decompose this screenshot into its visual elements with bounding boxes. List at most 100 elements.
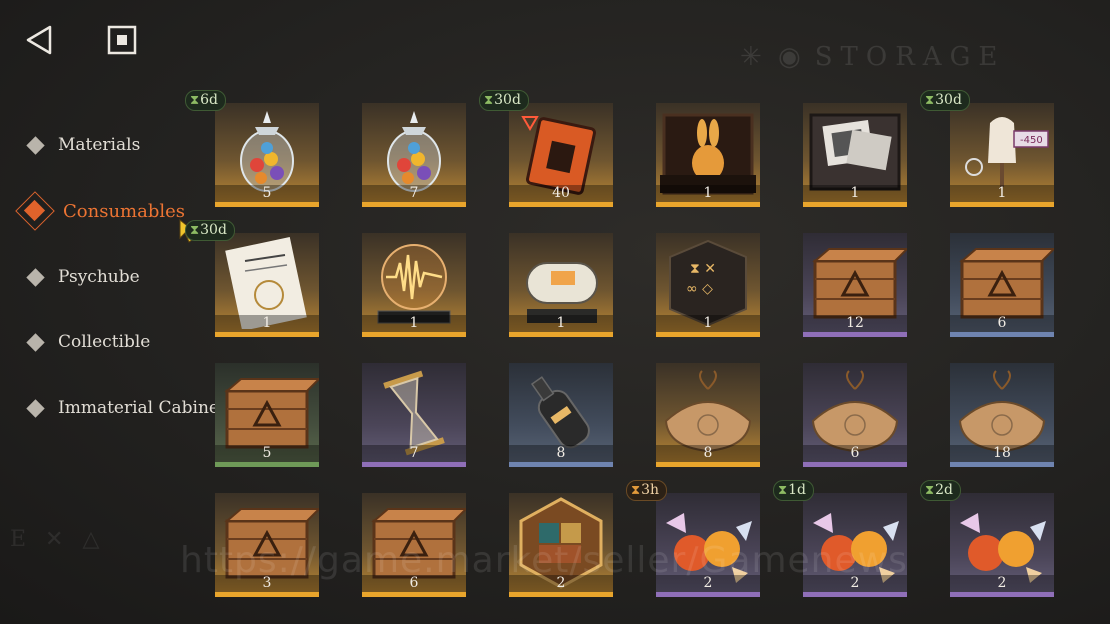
rarity-bar <box>656 462 760 467</box>
sidebar-item-materials[interactable]: Materials <box>0 125 140 165</box>
item-frame: 1 <box>362 233 466 337</box>
timer-text: 30d <box>935 92 962 108</box>
expiry-timer-badge: ⧗ 30d <box>185 220 235 241</box>
item-count: 6 <box>803 445 907 462</box>
sidebar-item-label: Consumables <box>63 200 186 222</box>
item-frame: 7 <box>362 363 466 467</box>
rarity-bar <box>803 332 907 337</box>
expiry-timer-badge: ⧗ 2d <box>920 480 962 501</box>
item-count: 2 <box>803 575 907 592</box>
sidebar-item-label: Immaterial Cabinet <box>58 398 226 418</box>
hourglass-icon: ⧗ <box>190 93 200 108</box>
item-slot[interactable]: ⧗ ✕ ∞ ◇ 1 <box>656 233 760 337</box>
item-slot[interactable]: 40 <box>509 103 613 207</box>
stop-button[interactable] <box>104 22 140 58</box>
rarity-bar <box>509 202 613 207</box>
item-slot[interactable]: 5 <box>215 103 319 207</box>
hourglass-icon: ⧗ <box>925 93 935 108</box>
hourglass-icon: ⧗ <box>484 93 494 108</box>
item-slot[interactable]: 5 <box>215 363 319 467</box>
rarity-bar <box>656 332 760 337</box>
sidebar-item-psychube[interactable]: Psychube <box>0 257 140 297</box>
rarity-bar <box>950 592 1054 597</box>
item-frame: 18 <box>950 363 1054 467</box>
rarity-bar <box>215 592 319 597</box>
timer-text: 2d <box>935 482 954 498</box>
item-frame: -450 1 <box>950 103 1054 207</box>
item-count: 7 <box>362 445 466 462</box>
item-slot[interactable]: 12 <box>803 233 907 337</box>
expiry-timer-badge: ⧗ 1d <box>773 480 815 501</box>
timer-text: 1d <box>788 482 807 498</box>
item-frame: 6 <box>950 233 1054 337</box>
rarity-bar <box>362 202 466 207</box>
timer-text: 6d <box>200 92 219 108</box>
expiry-timer-badge: ⧗ 3h <box>626 480 668 501</box>
diamond-icon <box>26 398 45 418</box>
item-slot[interactable]: 2 <box>950 493 1054 597</box>
sidebar-item-collectible[interactable]: Collectible <box>0 322 150 362</box>
item-frame: 7 <box>362 103 466 207</box>
item-frame: 1 <box>509 233 613 337</box>
item-slot[interactable]: 1 <box>509 233 613 337</box>
item-count: 7 <box>362 185 466 202</box>
item-frame: 2 <box>950 493 1054 597</box>
diamond-icon <box>26 332 45 352</box>
item-frame: 1 <box>215 233 319 337</box>
item-slot[interactable]: 8 <box>656 363 760 467</box>
item-slot[interactable]: 3 <box>215 493 319 597</box>
item-slot[interactable]: 2 <box>509 493 613 597</box>
item-count: 6 <box>950 315 1054 332</box>
item-count: 40 <box>509 185 613 202</box>
item-slot[interactable]: 1 <box>656 103 760 207</box>
rarity-bar <box>656 202 760 207</box>
active-diamond-icon <box>15 191 55 231</box>
item-count: 5 <box>215 185 319 202</box>
item-slot[interactable]: 7 <box>362 103 466 207</box>
item-slot[interactable]: 18 <box>950 363 1054 467</box>
timer-text: 30d <box>494 92 521 108</box>
item-count: 2 <box>950 575 1054 592</box>
item-frame: 2 <box>509 493 613 597</box>
item-slot[interactable]: 1 <box>362 233 466 337</box>
item-slot[interactable]: 1 <box>215 233 319 337</box>
item-count: 18 <box>950 445 1054 462</box>
expiry-timer-badge: ⧗ 30d <box>479 90 529 111</box>
sidebar-item-label: Materials <box>58 135 141 155</box>
item-frame: 12 <box>803 233 907 337</box>
timer-text: 3h <box>641 482 660 498</box>
item-count: 1 <box>215 315 319 332</box>
item-slot[interactable]: 6 <box>950 233 1054 337</box>
rarity-bar <box>215 462 319 467</box>
hourglass-icon: ⧗ <box>925 483 935 498</box>
item-frame: 3 <box>215 493 319 597</box>
svg-text:∞ ◇: ∞ ◇ <box>686 281 713 297</box>
item-frame: 1 <box>803 103 907 207</box>
item-frame: 8 <box>509 363 613 467</box>
item-slot[interactable]: 8 <box>509 363 613 467</box>
sidebar-item-immaterial-cabinet[interactable]: Immaterial Cabinet <box>0 388 226 428</box>
rarity-bar <box>950 332 1054 337</box>
item-slot[interactable]: 1 <box>803 103 907 207</box>
item-count: 1 <box>803 185 907 202</box>
item-frame: 8 <box>656 363 760 467</box>
item-slot[interactable]: 7 <box>362 363 466 467</box>
rarity-bar <box>362 592 466 597</box>
item-count: 12 <box>803 315 907 332</box>
back-button[interactable] <box>22 22 58 58</box>
item-frame: 6 <box>362 493 466 597</box>
item-slot[interactable]: -450 1 <box>950 103 1054 207</box>
sidebar-item-label: Collectible <box>58 332 151 352</box>
item-slot[interactable]: 6 <box>362 493 466 597</box>
item-slot[interactable]: 6 <box>803 363 907 467</box>
item-slot[interactable]: 2 <box>803 493 907 597</box>
item-count: 2 <box>509 575 613 592</box>
item-count: 2 <box>656 575 760 592</box>
item-slot[interactable]: 2 <box>656 493 760 597</box>
sidebar-item-consumables[interactable]: Consumables <box>0 191 185 231</box>
item-frame: 1 <box>656 103 760 207</box>
back-triangle-icon <box>26 25 52 55</box>
rarity-bar <box>950 202 1054 207</box>
decorative-glyphs: E ✕ △ <box>10 527 106 552</box>
rarity-bar <box>362 462 466 467</box>
